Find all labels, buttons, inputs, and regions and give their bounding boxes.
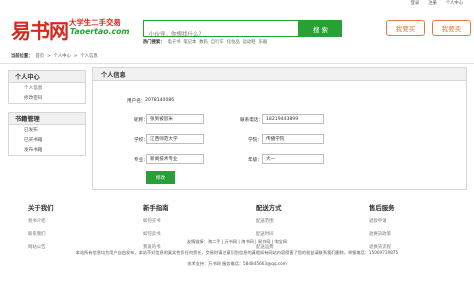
breadcrumb-sep: > — [73, 54, 78, 59]
hot-item[interactable]: 笔记本 — [183, 40, 196, 45]
sidebar-heading: 书籍管理 — [9, 113, 85, 125]
footer-link[interactable]: 易书介绍 — [28, 218, 88, 224]
logo-text: 易书网 — [11, 19, 69, 43]
buy-button[interactable]: 我要买 — [386, 20, 425, 36]
panel-title: 个人信息 — [93, 68, 466, 81]
sidebar-heading: 个人中心 — [9, 71, 85, 83]
sidebar-item-profile[interactable]: 个人信息 — [9, 83, 85, 93]
footer-link[interactable]: 联系我们 — [28, 231, 88, 237]
footer-link[interactable]: 配送范围 — [256, 218, 316, 224]
sidebar-personal-center: 个人中心 个人信息 修改密码 — [8, 70, 86, 104]
college-field[interactable]: 传播学院 — [262, 134, 324, 144]
breadcrumb-current: 个人信息 — [80, 54, 98, 59]
college-label: 学院： — [248, 138, 262, 143]
breadcrumb-home[interactable]: 首页 — [35, 54, 44, 59]
footer-col-title: 新手指南 — [143, 204, 169, 212]
nickname-field[interactable]: 张到被思米 — [146, 114, 204, 124]
hot-item[interactable]: 电子书 — [167, 40, 180, 45]
login-link[interactable]: 登录 — [411, 1, 420, 6]
user-no-value: 2078140086 — [145, 98, 175, 103]
phone-label: 联系电话： — [240, 118, 263, 123]
header-divider — [0, 63, 474, 64]
breadcrumb-lead: 当前位置： — [11, 54, 33, 59]
modify-button[interactable]: 修改 — [146, 171, 175, 184]
search-button[interactable]: 搜 索 — [299, 20, 342, 37]
major-field[interactable]: 新闻技术专业 — [146, 154, 204, 164]
hot-label: 热门搜索： — [143, 40, 165, 45]
top-links: 登录 注册 个人中心 — [411, 1, 463, 6]
user-no-label: 用户名： — [127, 99, 146, 104]
register-link[interactable]: 注册 — [428, 1, 437, 6]
search-box — [143, 20, 299, 43]
sidebar-item-published[interactable]: 已发布 — [9, 125, 85, 135]
grade-field[interactable]: 大一 — [262, 154, 324, 164]
phone-field[interactable]: 18219443899 — [262, 114, 324, 124]
footer-col-title: 关于我们 — [28, 204, 54, 212]
footer-link[interactable]: 退款申请 — [369, 218, 429, 224]
sidebar-item-publish-book[interactable]: 发布书籍 — [9, 145, 85, 155]
footer-link[interactable]: 配送时间 — [256, 231, 316, 237]
hot-searches: 热门搜索： 电子书 笔记本 数码 自行车 化妆品 运动鞋 乐器 — [143, 40, 268, 45]
hot-item[interactable]: 自行车 — [211, 40, 224, 45]
breadcrumb-sep: > — [47, 54, 51, 59]
breadcrumb: 当前位置： 首页 > 个人中心 > 个人信息 — [11, 54, 98, 59]
grade-label: 年级： — [248, 158, 262, 163]
footer-col-title: 配送方式 — [256, 204, 282, 212]
logo-url: Taoertao.com — [70, 27, 130, 36]
tech-support: 技术支持：万书网 服务电话：584845663@qq.com — [187, 261, 287, 266]
breadcrumb-center[interactable]: 个人中心 — [54, 54, 71, 59]
disclaimer: 本站所有信息均为用户自由发布，本站不对信息的真实性负任何责任，交易时请注意识别信… — [75, 250, 399, 255]
footer-link[interactable]: 如何买书 — [143, 218, 203, 224]
footer-copyright: 友情链接：淘二手 | 万书网 | 淘书网 | 易书网 | 淘宝网 本站所有信息均… — [0, 239, 474, 272]
sidebar-book-management: 书籍管理 已发布 已买书籍 发布书籍 — [8, 112, 86, 156]
site-logo[interactable]: 易书网 大学生二手交易 Taoertao.com — [11, 14, 130, 43]
school-field[interactable]: 江西师范大学 — [146, 134, 204, 144]
friend-links: 友情链接：淘二手 | 万书网 | 淘书网 | 易书网 | 淘宝网 — [186, 239, 288, 244]
user-center-link[interactable]: 个人中心 — [446, 1, 463, 6]
sidebar-item-bought[interactable]: 已买书籍 — [9, 135, 85, 145]
footer-link[interactable]: 退换货政策 — [369, 231, 429, 237]
sell-button[interactable]: 我要卖 — [432, 20, 471, 36]
hot-item[interactable]: 乐器 — [259, 40, 268, 45]
hot-item[interactable]: 数码 — [199, 40, 208, 45]
hot-item[interactable]: 运动鞋 — [243, 40, 256, 45]
hot-item[interactable]: 化妆品 — [227, 40, 240, 45]
sidebar-item-change-password[interactable]: 修改密码 — [9, 93, 85, 103]
footer-col-title: 售后服务 — [369, 204, 395, 212]
footer-link[interactable]: 如何卖书 — [143, 231, 203, 237]
